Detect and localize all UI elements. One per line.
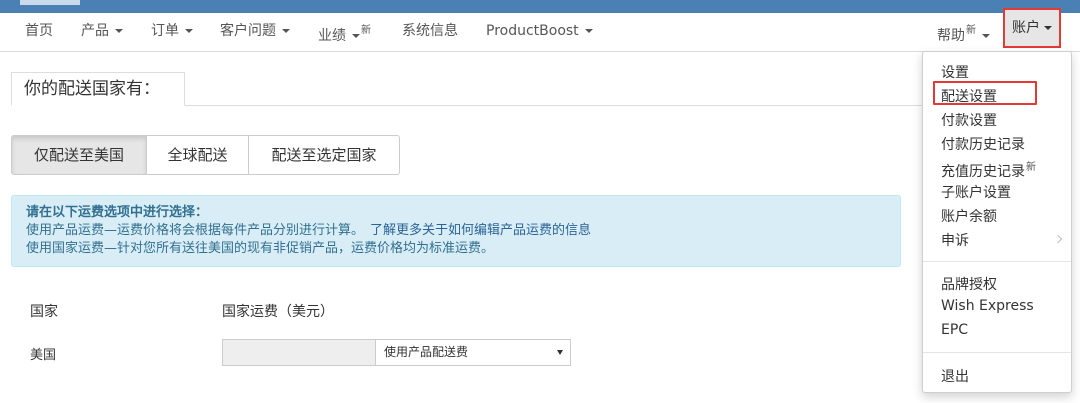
- nav-performance-label: 业绩: [318, 28, 346, 44]
- nav-home[interactable]: 首页: [25, 13, 53, 51]
- nav-orders-label: 订单: [151, 23, 179, 39]
- menu-item-epc[interactable]: EPC: [941, 322, 968, 338]
- new-badge: 新: [1026, 162, 1036, 173]
- learn-more-link[interactable]: 了解更多关于如何编辑产品运费的信息: [370, 223, 591, 238]
- chevron-down-icon: [982, 34, 990, 38]
- ship-us-only-button[interactable]: 仅配送至美国: [11, 135, 147, 175]
- nav-productboost[interactable]: ProductBoost: [486, 13, 593, 51]
- ship-us-only-label: 仅配送至美国: [33, 146, 124, 164]
- menu-item-payment-history[interactable]: 付款历史记录: [941, 134, 1025, 154]
- info-line-1-text: 使用产品运费—运费价格将会根据每件产品分别进行计算。: [26, 223, 365, 238]
- menu-divider: [923, 261, 1071, 262]
- nav-help[interactable]: 帮助新: [937, 13, 990, 51]
- menu-item-logout[interactable]: 退出: [941, 366, 969, 386]
- nav-help-label: 帮助: [937, 28, 965, 44]
- chevron-down-icon: [115, 29, 123, 33]
- chevron-down-icon: [352, 34, 360, 38]
- nav-home-label: 首页: [25, 23, 53, 39]
- menu-item-account-balance[interactable]: 账户余额: [941, 206, 997, 226]
- country-shipping-input[interactable]: [222, 339, 376, 366]
- nav-performance[interactable]: 业绩 新: [318, 13, 371, 51]
- nav-customer-issues[interactable]: 客户问题: [220, 13, 290, 51]
- nav-system-info-label: 系统信息: [402, 23, 458, 39]
- menu-item-sub-accounts[interactable]: 子账户设置: [941, 182, 1011, 202]
- chevron-down-icon: [1044, 26, 1052, 30]
- menu-item-settings[interactable]: 设置: [941, 62, 969, 82]
- info-title: 请在以下运费选项中进行选择：: [26, 205, 209, 220]
- new-badge: 新: [361, 25, 371, 36]
- menu-divider: [923, 352, 1071, 353]
- menu-item-recharge-history[interactable]: 充值历史记录新: [941, 158, 1036, 181]
- nav-orders[interactable]: 订单: [151, 13, 193, 51]
- ship-worldwide-button[interactable]: 全球配送: [146, 135, 249, 175]
- nav-productboost-label: ProductBoost: [486, 23, 579, 39]
- shipping-type-selected: 使用产品配送费: [384, 345, 469, 359]
- info-line-1: 使用产品运费—运费价格将会根据每件产品分别进行计算。 了解更多关于如何编辑产品运费…: [26, 222, 886, 240]
- ship-selected-countries-button[interactable]: 配送至选定国家: [248, 135, 400, 175]
- nav-system-info[interactable]: 系统信息: [402, 13, 458, 51]
- main-navbar: 首页 产品 订单 客户问题 业绩新 系统信息 ProductBoost 帮助新: [0, 13, 1080, 52]
- menu-item-brand-authorization[interactable]: 品牌授权: [941, 274, 997, 294]
- account-dropdown-menu: 设置 配送设置 付款设置 付款历史记录 充值历史记录新 子账户设置 账户余额 申…: [922, 51, 1072, 393]
- menu-item-wish-express[interactable]: Wish Express: [941, 298, 1034, 314]
- info-line-2: 使用国家运费—针对您所有送往美国的现有非促销产品，运费价格均为标准运费。: [26, 241, 495, 256]
- caret-down-icon: [557, 350, 563, 355]
- nav-products[interactable]: 产品: [81, 13, 123, 51]
- shipping-type-select[interactable]: 使用产品配送费: [375, 339, 571, 366]
- nav-account-label: 账户: [1012, 20, 1040, 36]
- column-header-country: 国家: [30, 304, 58, 320]
- nav-customer-issues-label: 客户问题: [220, 23, 276, 39]
- tab-label: 你的配送国家有：: [24, 79, 160, 99]
- menu-item-recharge-history-label: 充值历史记录: [941, 164, 1025, 180]
- shipping-info-alert: 请在以下运费选项中进行选择： 使用产品运费—运费价格将会根据每件产品分别进行计算…: [11, 195, 901, 267]
- menu-item-payment-settings[interactable]: 付款设置: [941, 110, 997, 130]
- chevron-down-icon: [185, 29, 193, 33]
- tab-shipping-countries[interactable]: 你的配送国家有：: [11, 72, 185, 106]
- logo: [20, 0, 80, 5]
- menu-item-shipping-settings[interactable]: 配送设置: [941, 86, 997, 106]
- top-brand-bar: [0, 0, 1080, 13]
- nav-products-label: 产品: [81, 23, 109, 39]
- chevron-right-icon: [1053, 234, 1063, 244]
- menu-item-appeals[interactable]: 申诉: [941, 230, 969, 250]
- ship-selected-countries-label: 配送至选定国家: [271, 146, 377, 164]
- column-header-shipping: 国家运费（美元）: [222, 304, 334, 320]
- row-country-us: 美国: [30, 348, 57, 363]
- new-badge: 新: [966, 25, 976, 36]
- ship-worldwide-label: 全球配送: [167, 146, 228, 164]
- chevron-down-icon: [584, 29, 593, 33]
- nav-account[interactable]: 账户: [1003, 8, 1061, 48]
- chevron-down-icon: [282, 29, 290, 33]
